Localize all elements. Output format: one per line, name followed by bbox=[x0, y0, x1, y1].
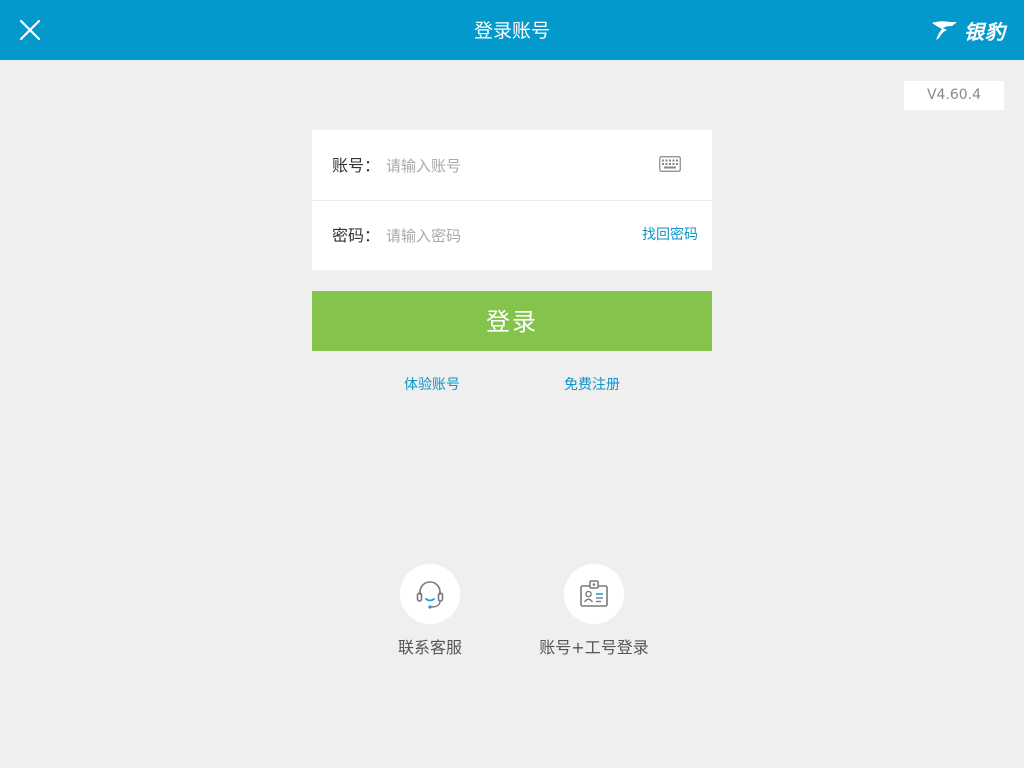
keyboard-icon[interactable] bbox=[659, 156, 681, 172]
password-row: 密码： 找回密码 bbox=[312, 200, 712, 270]
staff-login-button[interactable]: 账号+工号登录 bbox=[534, 564, 654, 658]
version-badge: V4.60.4 bbox=[904, 81, 1004, 110]
find-password-link[interactable]: 找回密码 bbox=[642, 200, 698, 270]
account-row: 账号： bbox=[312, 130, 712, 201]
close-button[interactable] bbox=[14, 14, 46, 46]
page-title: 登录账号 bbox=[473, 20, 550, 42]
trial-account-link[interactable]: 体验账号 bbox=[404, 374, 460, 394]
contact-service-label: 联系客服 bbox=[397, 638, 462, 657]
account-input[interactable] bbox=[386, 152, 636, 180]
staff-circle bbox=[564, 564, 624, 624]
login-form: 账号： 密码： 找回密码 bbox=[312, 130, 712, 270]
leopard-logo-icon bbox=[932, 21, 957, 40]
id-card-icon bbox=[580, 580, 608, 607]
login-button[interactable]: 登录 bbox=[312, 291, 712, 351]
password-input[interactable] bbox=[386, 222, 636, 250]
account-label: 账号： bbox=[332, 156, 381, 175]
free-register-link[interactable]: 免费注册 bbox=[564, 374, 620, 394]
brand-text: 银豹 bbox=[964, 19, 1006, 44]
contact-service-button[interactable]: 联系客服 bbox=[390, 564, 470, 658]
service-circle bbox=[400, 564, 460, 624]
close-icon bbox=[19, 19, 41, 41]
staff-login-label: 账号+工号登录 bbox=[539, 638, 649, 657]
top-bar: 登录账号 银豹 bbox=[0, 0, 1024, 60]
password-label: 密码： bbox=[332, 226, 381, 245]
brand-logo: 银豹 bbox=[930, 14, 1006, 46]
headset-icon bbox=[416, 581, 444, 609]
